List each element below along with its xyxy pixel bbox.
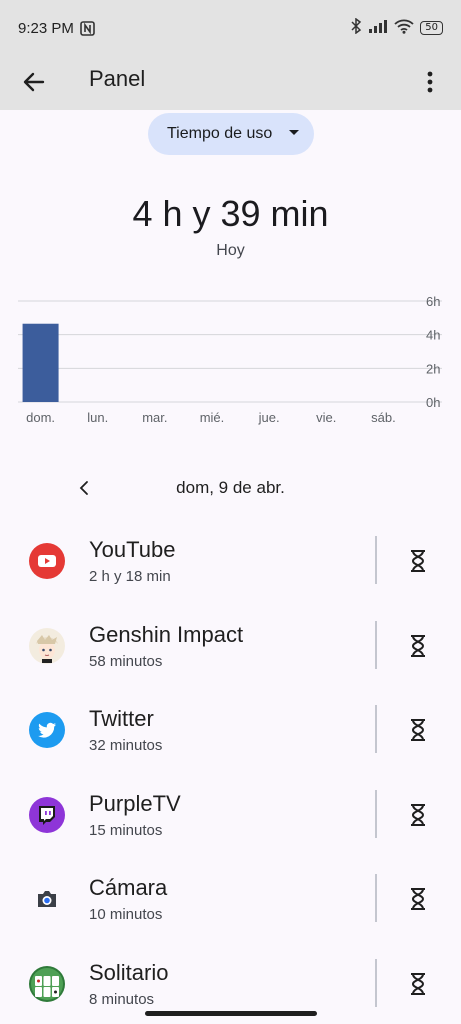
page-title: Panel bbox=[89, 66, 146, 91]
y-tick-label: 0h bbox=[426, 395, 440, 410]
current-date: dom, 9 de abr. bbox=[176, 478, 285, 497]
app-name: YouTube bbox=[89, 537, 176, 562]
hourglass-icon[interactable] bbox=[404, 630, 432, 662]
chart-bar[interactable] bbox=[22, 323, 59, 402]
app-usage: 15 minutos bbox=[89, 821, 163, 839]
bluetooth-icon bbox=[350, 17, 362, 38]
more-options-icon[interactable] bbox=[418, 68, 442, 96]
genshin-impact-icon bbox=[28, 627, 66, 665]
app-row-purpletv[interactable]: PurpleTV 15 minutos bbox=[0, 772, 461, 857]
x-tick-label: vie. bbox=[316, 410, 336, 425]
battery-indicator: 50 bbox=[420, 21, 443, 35]
app-usage: 8 minutos bbox=[89, 990, 155, 1008]
x-tick-label: mié. bbox=[200, 410, 225, 425]
total-usage-time: 4 h y 39 min bbox=[132, 193, 329, 234]
twitter-icon bbox=[28, 711, 66, 749]
y-tick-label: 6h bbox=[426, 294, 440, 309]
date-navigation: dom, 9 de abr. bbox=[0, 470, 461, 506]
x-tick-label: mar. bbox=[142, 410, 167, 425]
app-name: Genshin Impact bbox=[89, 621, 244, 647]
app-name: PurpleTV bbox=[89, 790, 181, 816]
app-name: Cámara bbox=[89, 875, 168, 900]
app-usage: 10 minutos bbox=[89, 906, 163, 923]
hourglass-icon[interactable] bbox=[404, 968, 432, 1000]
hourglass-icon[interactable] bbox=[404, 799, 432, 831]
status-bar: 9:23 PM 50 bbox=[0, 0, 461, 56]
x-tick-label: lun. bbox=[87, 410, 108, 425]
wifi-icon bbox=[394, 19, 414, 38]
app-row-camara[interactable]: Cámara 10 minutos bbox=[0, 856, 461, 941]
app-usage: 2 h y 18 min bbox=[89, 568, 171, 585]
app-row-twitter[interactable]: Twitter 32 minutos bbox=[0, 687, 461, 772]
y-tick-label: 2h bbox=[426, 361, 440, 376]
app-usage: 58 minutos bbox=[89, 652, 163, 670]
usage-type-dropdown[interactable]: Tiempo de uso bbox=[148, 113, 314, 155]
hourglass-icon[interactable] bbox=[404, 545, 432, 577]
x-tick-label: sáb. bbox=[371, 410, 396, 425]
app-name: Solitario bbox=[89, 959, 169, 985]
selected-day-label: Hoy bbox=[216, 242, 245, 259]
nfc-icon bbox=[80, 20, 95, 36]
purpletv-icon bbox=[28, 796, 66, 834]
youtube-icon bbox=[28, 542, 66, 580]
row-divider bbox=[375, 536, 377, 584]
x-tick-label: dom. bbox=[26, 410, 55, 425]
dropdown-label: Tiempo de uso bbox=[167, 125, 273, 142]
x-tick-label: jue. bbox=[258, 410, 280, 425]
row-divider bbox=[375, 874, 377, 922]
hourglass-icon[interactable] bbox=[404, 714, 432, 746]
app-name: Twitter bbox=[89, 706, 154, 731]
app-bar: Panel bbox=[0, 56, 461, 110]
app-usage-list: YouTube 2 h y 18 min Genshin Impact 58 m… bbox=[0, 518, 461, 1024]
app-row-youtube[interactable]: YouTube 2 h y 18 min bbox=[0, 518, 461, 603]
gesture-navigation-bar[interactable] bbox=[145, 1011, 317, 1016]
status-time: 9:23 PM bbox=[18, 19, 74, 37]
app-row-genshin-impact[interactable]: Genshin Impact 58 minutos bbox=[0, 603, 461, 688]
y-tick-label: 4h bbox=[426, 328, 440, 343]
row-divider bbox=[375, 789, 377, 838]
back-arrow-icon[interactable] bbox=[20, 68, 48, 96]
dropdown-caret-icon bbox=[289, 130, 299, 135]
camera-icon bbox=[28, 880, 66, 918]
row-divider bbox=[375, 705, 377, 753]
solitaire-icon bbox=[28, 965, 66, 1003]
row-divider bbox=[375, 958, 377, 1007]
weekly-usage-chart: 0h 2h 4h 6h dom. lun. mar. mié. jue. vie. sáb. bbox=[18, 294, 442, 425]
hourglass-icon[interactable] bbox=[404, 883, 432, 915]
app-usage: 32 minutos bbox=[89, 737, 163, 754]
signal-icon bbox=[368, 19, 388, 37]
row-divider bbox=[375, 620, 377, 669]
